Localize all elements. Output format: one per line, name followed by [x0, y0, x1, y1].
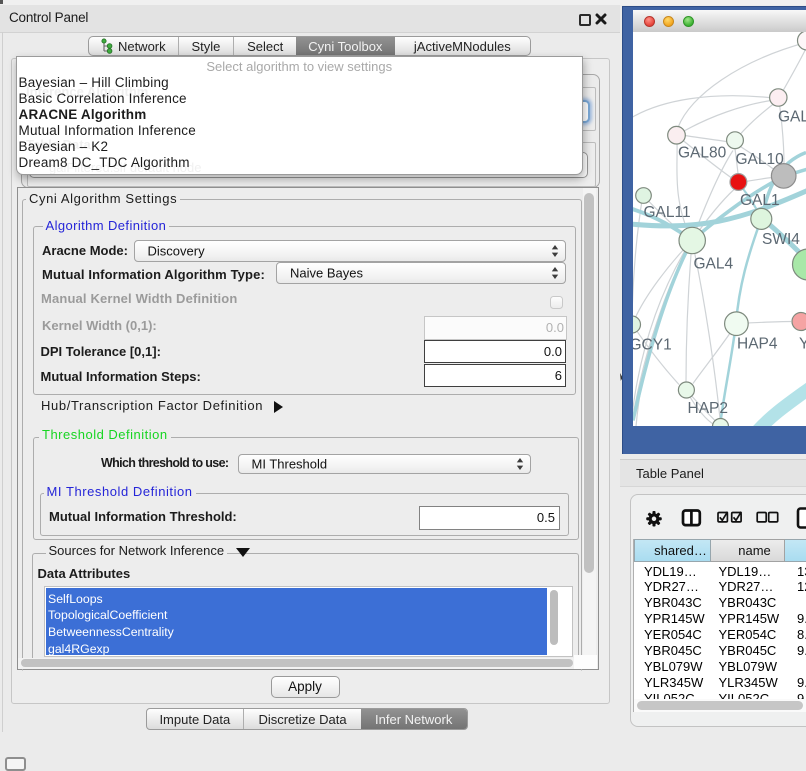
- svg-text:GAL4: GAL4: [694, 255, 734, 272]
- svg-text:GAL1: GAL1: [740, 192, 780, 209]
- svg-text:HAP4: HAP4: [737, 335, 778, 352]
- svg-text:HAP2: HAP2: [688, 400, 729, 417]
- svg-text:SWI4: SWI4: [762, 231, 800, 248]
- svg-text:GAL11: GAL11: [644, 204, 691, 221]
- svg-text:GAL10: GAL10: [736, 151, 785, 168]
- svg-text:GAL: GAL: [778, 108, 806, 125]
- svg-text:GAL80: GAL80: [678, 144, 727, 161]
- svg-text:Y: Y: [799, 335, 806, 352]
- svg-text:GCY1: GCY1: [633, 336, 672, 353]
